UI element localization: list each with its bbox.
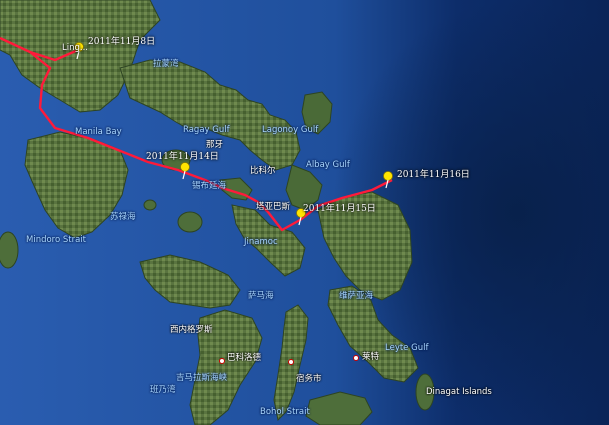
map-label: Dinagat Islands (426, 387, 492, 397)
map-label: Jinamoc (244, 237, 278, 247)
map-label: Lagonoy Gulf (262, 125, 319, 135)
satellite-map[interactable]: 2011年11月8日 2011年11月14日 2011年11月15日 2011年… (0, 0, 609, 425)
yellow-pushpin-icon[interactable] (178, 162, 192, 180)
map-label: 莱特 (362, 352, 380, 362)
map-label: Ragay Gulf (183, 125, 230, 135)
map-label: 吉马拉斯海峡 (176, 373, 228, 383)
map-label: Bohol Strait (260, 407, 310, 417)
map-label: Mindoro Strait (26, 235, 87, 245)
pin-date-label: 2011年11月15日 (303, 204, 376, 214)
city-marker-bacolod (219, 358, 225, 364)
map-label: 苏禄海 (110, 212, 136, 222)
map-label: Manila Bay (75, 127, 122, 137)
map-label: 那牙 (206, 140, 224, 150)
pin-date-label: 2011年11月8日 (88, 37, 156, 47)
map-label: 宿务市 (296, 374, 322, 384)
map-label: Albay Gulf (306, 160, 350, 170)
map-label: 维萨亚海 (339, 291, 374, 301)
island-small-1 (177, 211, 203, 233)
map-label: 拉蒙湾 (153, 59, 179, 69)
city-marker-tacloban (353, 355, 359, 361)
island-small-3 (0, 231, 19, 269)
pin-date-label: 2011年11月14日 (146, 152, 219, 162)
map-label: 萨马海 (248, 291, 274, 301)
map-label: 班乃湾 (150, 385, 176, 395)
map-label: 西内格罗斯 (170, 325, 213, 335)
map-label: Ling... (62, 43, 88, 53)
map-label: 巴科洛德 (227, 353, 262, 363)
map-label: 比科尔 (250, 166, 276, 176)
map-label: Leyte Gulf (385, 343, 429, 353)
map-label: 锡布延海 (192, 181, 227, 191)
map-label: 塔亚巴斯 (256, 202, 291, 212)
city-marker-cebu (288, 359, 294, 365)
pin-date-label: 2011年11月16日 (397, 170, 470, 180)
yellow-pushpin-icon[interactable] (381, 171, 395, 189)
island-small-2 (143, 199, 157, 211)
